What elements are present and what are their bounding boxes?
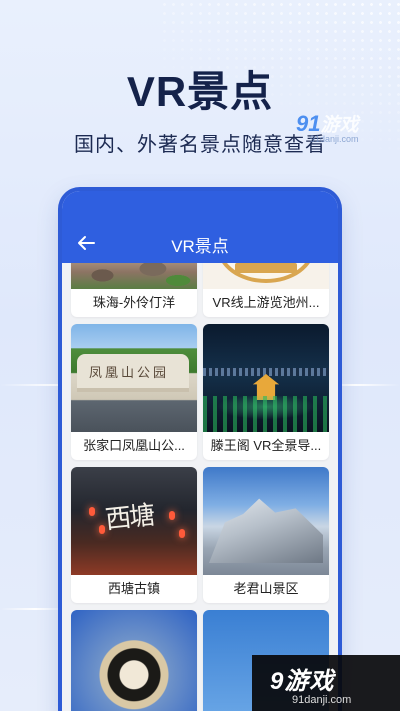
scenic-card[interactable]: 凤凰山公园 张家口凤凰山公... [71, 324, 197, 460]
scenic-card[interactable] [71, 610, 197, 711]
badge-band [235, 263, 297, 273]
scenic-thumbnail [71, 610, 197, 711]
lantern [99, 525, 105, 534]
watermark-num: 91 [296, 111, 321, 136]
scenic-thumbnail [203, 324, 329, 432]
mountain-peak [209, 498, 323, 563]
scenic-card[interactable]: 西塘 西塘古镇 [71, 467, 197, 603]
scenic-card[interactable]: 珠海-外伶仃洋 [71, 263, 197, 317]
watermark-text: 游戏 [284, 668, 335, 695]
app-bar-title: VR景点 [171, 237, 229, 256]
light-streak [0, 608, 70, 610]
watermark-logo: 9游戏 91danji.com [252, 655, 400, 711]
scenic-card[interactable]: 滕王阁 VR全景导... [203, 324, 329, 460]
scenic-thumbnail [203, 263, 329, 289]
scenic-list[interactable]: 珠海-外伶仃洋 VR线上游览池州... 凤凰山公园 张家口凤凰山公... 滕王阁… [62, 263, 338, 711]
calligraphy-sign: 西塘 [103, 500, 155, 536]
scenic-caption: 张家口凤凰山公... [83, 438, 185, 453]
lantern [179, 529, 185, 538]
night-lights [203, 396, 329, 432]
park-sign-text: 凤凰山公园 [89, 366, 170, 381]
lantern [89, 507, 95, 516]
phone-frame: VR景点 珠海-外伶仃洋 VR线上游览池州... 凤凰山公园 张家口凤凰山公..… [62, 191, 338, 711]
scenic-thumbnail [203, 467, 329, 575]
scenic-thumbnail: 西塘 [71, 467, 197, 575]
watermark-brand: 9游戏 [270, 661, 400, 696]
app-bar: VR景点 [62, 191, 338, 263]
lantern [169, 511, 175, 520]
scenic-caption: VR线上游览池州... [212, 295, 320, 310]
scenic-caption: 老君山景区 [233, 581, 299, 596]
scenic-caption: 滕王阁 VR全景导... [210, 438, 322, 453]
scenic-thumbnail [71, 263, 197, 289]
scenic-caption: 珠海-外伶仃洋 [92, 295, 176, 310]
scenic-caption: 西塘古镇 [107, 581, 160, 596]
scenic-card[interactable]: VR线上游览池州... [203, 263, 329, 317]
scenic-grid: 珠海-外伶仃洋 VR线上游览池州... 凤凰山公园 张家口凤凰山公... 滕王阁… [71, 263, 329, 711]
watermark-logo: 91游戏 91danji.com [296, 110, 359, 144]
scenic-card[interactable]: 老君山景区 [203, 467, 329, 603]
scenic-thumbnail: 凤凰山公园 [71, 324, 197, 432]
watermark-num: 9 [270, 668, 285, 695]
watermark-text: 游戏 [320, 115, 359, 136]
